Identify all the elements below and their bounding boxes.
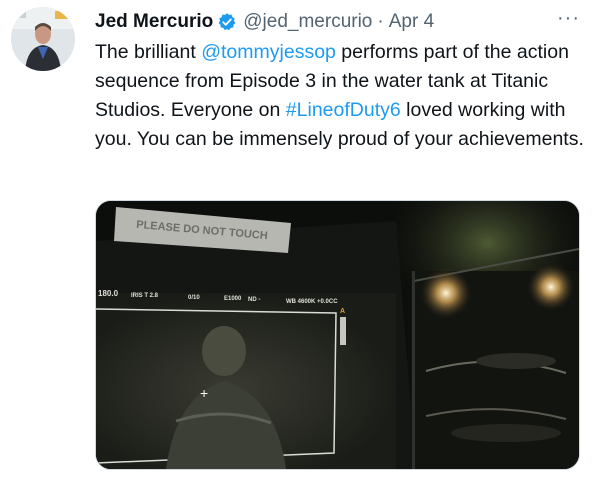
author-name[interactable]: Jed Mercurio: [95, 11, 213, 33]
tweet-date[interactable]: Apr 4: [389, 11, 434, 33]
author-handle[interactable]: @jed_mercurio: [243, 11, 372, 33]
tweet-text: The brilliant @tommyjessop performs part…: [95, 38, 585, 154]
hud-nd: ND -: [248, 297, 260, 303]
author-avatar[interactable]: [11, 7, 75, 71]
hud-e-value: E1000: [224, 296, 242, 302]
verified-badge-icon: [217, 12, 237, 32]
hud-ratio: 0/10: [188, 295, 200, 301]
more-options-icon[interactable]: ···: [557, 8, 580, 28]
audio-meter: [340, 317, 346, 345]
center-crosshair: +: [200, 385, 208, 401]
header-separator: ·: [377, 11, 384, 32]
tweet-media-photo[interactable]: PLEASE DO NOT TOUCH 180.0 IRIS T 2.8 0/1…: [95, 200, 580, 470]
mention-link[interactable]: @tommyjessop: [201, 41, 336, 63]
hud-mark: A: [340, 308, 345, 315]
hud-wb: WB 4600K +0.0CC: [286, 299, 338, 305]
hashtag-link[interactable]: #LineofDuty6: [286, 99, 401, 121]
hud-iris: IRIS T 2.8: [131, 293, 159, 299]
studio-light-right: [527, 263, 575, 311]
studio-light-left: [420, 267, 472, 319]
tweet-text-part-1: The brilliant: [95, 41, 202, 63]
hud-shutter: 180.0: [98, 289, 119, 298]
tweet-header: Jed Mercurio @jed_mercurio · Apr 4: [95, 9, 580, 35]
